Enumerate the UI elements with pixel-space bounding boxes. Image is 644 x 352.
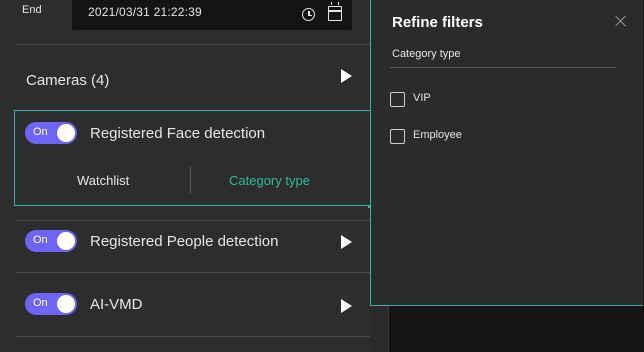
face-detection-toggle[interactable]: On — [25, 122, 77, 144]
divider — [16, 272, 370, 273]
people-detection-label: Registered People detection — [90, 233, 279, 250]
refine-filters-popover: Refine filters Category type VIP Employe… — [370, 0, 643, 306]
cameras-label: Cameras (4) — [26, 72, 110, 89]
tab-category-type[interactable]: Category type — [229, 173, 310, 188]
cameras-row[interactable]: Cameras (4) — [0, 60, 370, 98]
toggle-knob — [57, 232, 75, 250]
play-arrow-icon[interactable] — [341, 299, 352, 313]
end-label: End — [22, 4, 42, 16]
background-column — [370, 306, 388, 352]
face-detection-row: On Registered Face detection — [0, 118, 370, 148]
play-arrow-icon[interactable] — [341, 69, 352, 83]
divider — [16, 220, 370, 221]
background-view-area — [388, 306, 644, 352]
divider — [16, 44, 370, 45]
people-detection-toggle[interactable]: On — [25, 230, 77, 252]
ai-vmd-toggle[interactable]: On — [25, 293, 77, 315]
checkbox-label: Employee — [413, 129, 462, 141]
end-time-field[interactable]: 2021/03/31 21:22:39 — [72, 0, 352, 30]
category-type-label: Category type — [392, 48, 461, 60]
toggle-knob — [57, 295, 75, 313]
search-filter-panel: End 2021/03/31 21:22:39 Cameras (4) On R… — [0, 0, 370, 352]
ai-vmd-label: AI-VMD — [90, 296, 143, 313]
checkbox-label: VIP — [413, 92, 431, 104]
close-icon[interactable] — [614, 14, 628, 28]
toggle-on-text: On — [33, 234, 48, 246]
ai-vmd-row[interactable]: On AI-VMD — [0, 289, 370, 319]
checkbox-box[interactable] — [390, 129, 405, 144]
end-time-row: End 2021/03/31 21:22:39 — [0, 0, 370, 44]
checkbox-box[interactable] — [390, 92, 405, 107]
face-detection-label: Registered Face detection — [90, 125, 266, 142]
calendar-icon[interactable] — [328, 2, 342, 21]
divider — [16, 336, 370, 337]
tab-watchlist[interactable]: Watchlist — [77, 173, 129, 188]
toggle-knob — [57, 124, 75, 142]
section-underline — [390, 67, 616, 68]
toggle-on-text: On — [33, 126, 48, 138]
clock-icon[interactable] — [302, 8, 315, 21]
tab-separator — [190, 166, 191, 194]
toggle-on-text: On — [33, 297, 48, 309]
people-detection-row[interactable]: On Registered People detection — [0, 226, 370, 256]
refine-filters-title: Refine filters — [392, 14, 483, 31]
end-time-value: 2021/03/31 21:22:39 — [88, 5, 202, 19]
play-arrow-icon[interactable] — [341, 235, 352, 249]
